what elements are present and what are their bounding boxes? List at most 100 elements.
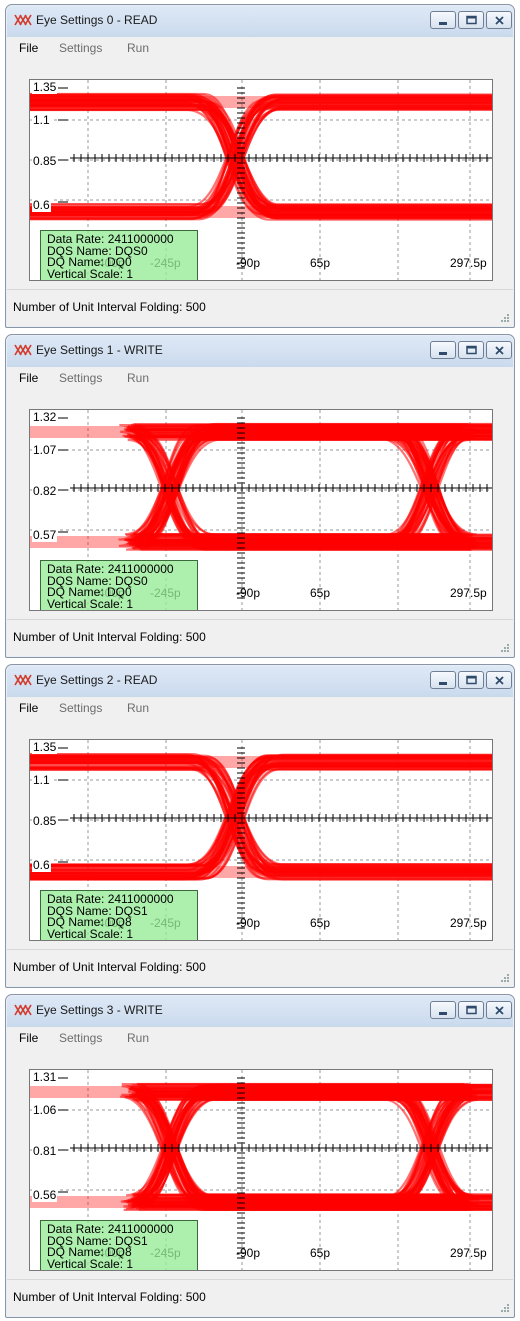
eye-trace-group [120, 1082, 492, 1212]
menu-file[interactable]: File [19, 701, 38, 715]
y-tick-label: 1.06 [32, 1103, 58, 1117]
high-level-band [30, 96, 492, 108]
y-tick-label: 0.6 [32, 858, 51, 872]
maximize-icon [466, 345, 477, 355]
minimize-button[interactable] [430, 341, 456, 359]
low-level-band [30, 536, 492, 548]
x-tick-label: 297.5p [450, 586, 487, 600]
high-level-band [30, 1086, 492, 1098]
maximize-icon [466, 1005, 477, 1015]
menu-bar: File Settings Run [7, 697, 513, 719]
minimize-button[interactable] [430, 11, 456, 29]
y-tick-label: 0.6 [32, 198, 51, 212]
y-tick-label: 0.82 [32, 484, 58, 498]
eye-diagram-plot: 1.35 1.1 0.85 0.6 -400p -245p -90p 65p 2… [29, 739, 493, 941]
minimize-icon [439, 1012, 447, 1015]
ui-scale-text: UI Scale: 1 [47, 279, 106, 280]
title-bar[interactable]: Eye Settings 2 - READ [6, 665, 514, 697]
info-overlay: Data Rate: 2411000000 DQS Name: DQS0 DQ … [40, 560, 198, 610]
menu-run[interactable]: Run [127, 1031, 149, 1045]
menu-settings[interactable]: Settings [59, 41, 102, 55]
y-tick-label: 1.31 [32, 1070, 58, 1084]
minimize-button[interactable] [430, 671, 456, 689]
x-tick-label: 297.5p [450, 1246, 487, 1260]
eye-trace-group [30, 92, 492, 221]
eye-trace [30, 106, 492, 206]
window-title: Eye Settings 0 - READ [36, 13, 158, 27]
status-bar: Number of Unit Interval Folding: 500 [7, 289, 513, 326]
close-icon [495, 676, 504, 685]
x-tick-label: -90p [236, 256, 261, 270]
status-bar: Number of Unit Interval Folding: 500 [7, 1279, 513, 1316]
client-area: File Settings Run 1.31 1.06 0.81 0.56 -4… [7, 1027, 513, 1316]
eye-window: Eye Settings 2 - READ File Settings Run … [5, 664, 515, 988]
minimize-icon [439, 22, 447, 25]
y-tick-label: 1.35 [32, 740, 58, 754]
menu-file[interactable]: File [19, 371, 38, 385]
y-tick-label: 0.81 [32, 1144, 58, 1158]
maximize-button[interactable] [458, 11, 484, 29]
menu-run[interactable]: Run [127, 371, 149, 385]
menu-settings[interactable]: Settings [59, 1031, 102, 1045]
minimize-icon [439, 352, 447, 355]
title-bar[interactable]: Eye Settings 1 - WRITE [6, 335, 514, 367]
close-icon [495, 16, 504, 25]
status-text: Number of Unit Interval Folding: 500 [13, 300, 206, 314]
close-button[interactable] [486, 1001, 512, 1019]
minimize-icon [439, 682, 447, 685]
menu-bar: File Settings Run [7, 1027, 513, 1049]
y-tick-label: 1.35 [32, 80, 58, 94]
title-bar[interactable]: Eye Settings 0 - READ [6, 5, 514, 37]
menu-file[interactable]: File [19, 41, 38, 55]
client-area: File Settings Run 1.35 1.1 0.85 0.6 -400… [7, 697, 513, 986]
resize-grip-icon[interactable] [499, 1302, 509, 1312]
x-tick-label: 65p [310, 916, 331, 930]
menu-settings[interactable]: Settings [59, 701, 102, 715]
low-level-band [30, 866, 492, 878]
minimize-button[interactable] [430, 1001, 456, 1019]
resize-grip-icon[interactable] [499, 642, 509, 652]
maximize-icon [466, 15, 477, 25]
x-tick-label: 297.5p [450, 916, 487, 930]
ui-scale-text: UI Scale: 1 [47, 1269, 106, 1270]
y-tick-label: 1.32 [32, 410, 58, 424]
maximize-button[interactable] [458, 671, 484, 689]
menu-run[interactable]: Run [127, 41, 149, 55]
x-tick-label: -90p [236, 916, 261, 930]
status-text: Number of Unit Interval Folding: 500 [13, 1290, 206, 1304]
y-tick-label: 1.1 [32, 773, 51, 787]
resize-grip-icon[interactable] [499, 972, 509, 982]
eye-trace [30, 768, 492, 880]
maximize-icon [466, 675, 477, 685]
window-title: Eye Settings 1 - WRITE [36, 343, 163, 357]
menu-run[interactable]: Run [127, 701, 149, 715]
client-area: File Settings Run 1.35 1.1 0.85 0.6 -400… [7, 37, 513, 326]
y-tick-label: 0.57 [32, 528, 58, 542]
title-bar[interactable]: Eye Settings 3 - WRITE [6, 995, 514, 1027]
info-overlay: Data Rate: 2411000000 DQS Name: DQS0 DQ … [40, 230, 198, 280]
eye-trace-group [30, 752, 492, 881]
menu-bar: File Settings Run [7, 367, 513, 389]
close-button[interactable] [486, 341, 512, 359]
low-level-band [30, 206, 492, 218]
menu-settings[interactable]: Settings [59, 371, 102, 385]
maximize-button[interactable] [458, 341, 484, 359]
y-tick-label: 1.07 [32, 443, 58, 457]
window-title: Eye Settings 2 - READ [36, 673, 158, 687]
high-level-band [30, 426, 492, 438]
menu-file[interactable]: File [19, 1031, 38, 1045]
eye-trace [30, 768, 492, 880]
resize-grip-icon[interactable] [499, 312, 509, 322]
eye-window: Eye Settings 1 - WRITE File Settings Run… [5, 334, 515, 658]
eye-diagram-plot: 1.35 1.1 0.85 0.6 -400p -245p -90p 65p 2… [29, 79, 493, 281]
close-button[interactable] [486, 11, 512, 29]
eye-diagram-plot: 1.32 1.07 0.82 0.57 -400p -245p -90p 65p… [29, 409, 493, 611]
close-button[interactable] [486, 671, 512, 689]
high-level-band [30, 756, 492, 768]
eye-diagram-icon [14, 14, 32, 26]
x-tick-label: 65p [310, 1246, 331, 1260]
y-tick-label: 0.56 [32, 1188, 58, 1202]
maximize-button[interactable] [458, 1001, 484, 1019]
eye-diagram-icon [14, 674, 32, 686]
y-tick-label: 0.85 [32, 814, 58, 828]
